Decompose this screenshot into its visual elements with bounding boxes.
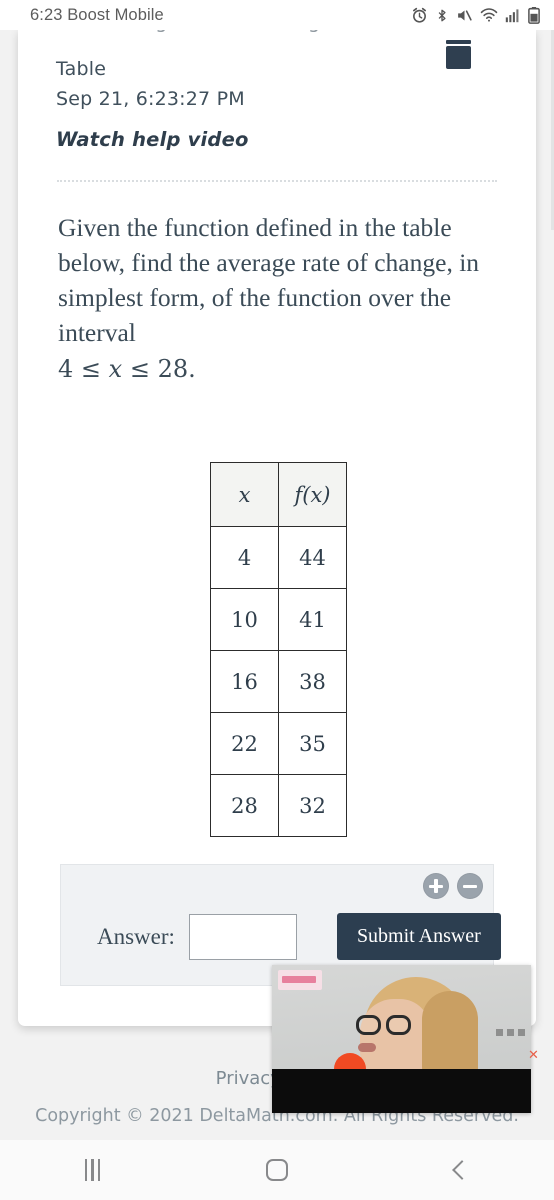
person-face xyxy=(360,999,430,1079)
person-mouth xyxy=(358,1043,376,1052)
problem-title: Table xyxy=(56,58,107,80)
signal-icon xyxy=(505,7,521,23)
table-header-fx: f(x) xyxy=(278,462,347,527)
answer-row: Answer: Submit Answer xyxy=(97,913,501,960)
table-header-row: x f(x) xyxy=(210,462,347,527)
answer-input[interactable] xyxy=(188,913,297,960)
cell-x: 4 xyxy=(210,526,279,589)
home-button[interactable] xyxy=(242,1148,312,1192)
zoom-in-button[interactable] xyxy=(423,873,449,899)
table-row: 16 38 xyxy=(210,650,347,713)
cell-fx: 38 xyxy=(278,650,347,713)
glasses-icon xyxy=(356,1015,414,1035)
phone-screen: 6:23 Boost Mobile Table Sep 21, 6:23:27 … xyxy=(0,0,554,1200)
cell-x: 28 xyxy=(210,774,279,837)
cell-fx: 32 xyxy=(278,774,347,837)
glasses-lens-right xyxy=(386,1015,411,1035)
problem-card: Find Average Rate of Change from Table S… xyxy=(18,30,536,1089)
question-body: Given the function defined in the table … xyxy=(58,213,480,347)
back-icon xyxy=(451,1160,472,1180)
question-text: Given the function defined in the table … xyxy=(58,210,498,387)
back-button[interactable] xyxy=(427,1148,497,1192)
cell-fx: 41 xyxy=(278,588,347,651)
table-row: 28 32 xyxy=(210,774,347,837)
home-icon xyxy=(265,1159,288,1181)
interval-lower: 4 xyxy=(58,355,74,383)
scroll-to-top-button[interactable] xyxy=(446,40,471,69)
problem-title-clipped: Find Average Rate of Change from xyxy=(56,30,476,37)
recents-button[interactable] xyxy=(57,1148,127,1192)
glasses-lens-left xyxy=(356,1015,381,1035)
bluetooth-icon xyxy=(435,7,449,24)
cell-fx: 44 xyxy=(278,526,347,589)
table-head: x f(x) xyxy=(210,462,347,527)
interval-variable: x xyxy=(108,355,123,383)
cell-x: 10 xyxy=(210,588,279,651)
video-control-dot xyxy=(518,1029,525,1036)
video-ad-overlay[interactable] xyxy=(272,965,531,1113)
zoom-controls xyxy=(423,873,483,899)
android-nav-bar xyxy=(0,1140,554,1200)
answer-label: Answer: xyxy=(97,923,175,949)
video-channel-logo xyxy=(278,970,322,990)
table-row: 10 41 xyxy=(210,588,347,651)
cell-x: 22 xyxy=(210,712,279,775)
table-header-x: x xyxy=(210,462,279,527)
table-body: 4 44 10 41 16 38 22 35 28 32 xyxy=(210,526,347,837)
recents-icon xyxy=(84,1159,101,1181)
status-icons xyxy=(411,6,540,24)
navy-box-bar xyxy=(446,40,471,44)
table-row: 4 44 xyxy=(210,526,347,589)
recents-bar xyxy=(84,1159,88,1181)
video-foreground-bar xyxy=(272,1069,531,1113)
status-time-carrier: 6:23 Boost Mobile xyxy=(30,5,164,24)
problem-timestamp: Sep 21, 6:23:27 PM xyxy=(56,88,245,110)
battery-icon xyxy=(528,6,540,24)
table-row: 22 35 xyxy=(210,712,347,775)
interval-rel-2: ≤ xyxy=(129,355,150,383)
status-bar: 6:23 Boost Mobile xyxy=(0,0,554,30)
wifi-icon xyxy=(480,7,498,23)
interval-upper: 28. xyxy=(157,355,196,383)
zoom-out-button[interactable] xyxy=(457,873,483,899)
cell-x: 16 xyxy=(210,650,279,713)
function-table: x f(x) 4 44 10 41 16 38 22 35 28 32 xyxy=(210,462,347,837)
submit-answer-button[interactable]: Submit Answer xyxy=(336,913,501,960)
recents-bar xyxy=(91,1159,94,1181)
watch-help-video-link[interactable]: Watch help video xyxy=(56,128,249,151)
section-divider xyxy=(57,180,497,182)
recents-bar xyxy=(97,1159,101,1181)
cell-fx: 35 xyxy=(278,712,347,775)
video-control-dot xyxy=(507,1029,514,1036)
close-icon[interactable]: ✕ xyxy=(528,1048,541,1061)
page-viewport[interactable]: Find Average Rate of Change from Table S… xyxy=(0,30,554,1140)
video-controls[interactable] xyxy=(496,1029,525,1036)
mute-icon xyxy=(456,7,473,24)
video-control-dot xyxy=(496,1029,503,1036)
navy-box-square xyxy=(446,46,471,69)
interval-expression: 4 ≤ x ≤ 28. xyxy=(58,352,498,387)
interval-rel-1: ≤ xyxy=(80,355,102,383)
alarm-icon xyxy=(411,7,428,24)
